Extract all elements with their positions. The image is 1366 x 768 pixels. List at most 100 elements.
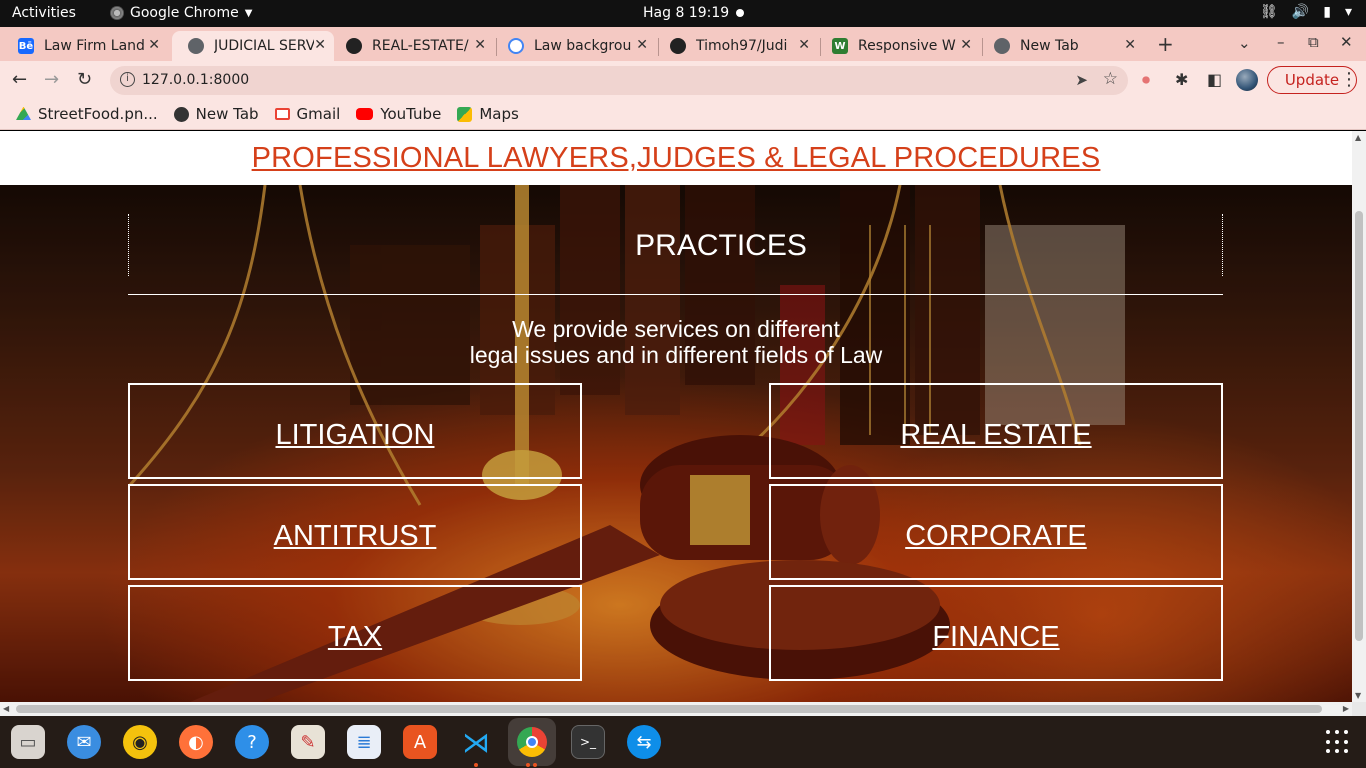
tab-5[interactable]: W Responsive W ✕	[816, 31, 980, 61]
extension-record-icon[interactable]: ⏺	[1142, 70, 1150, 90]
browser-toolbar: ← → ↻ i 127.0.0.1:8000 ➤ ☆ ⏺ ✱ ◧ Update …	[0, 61, 1366, 99]
practice-card-antitrust[interactable]: ANTITRUST	[128, 484, 582, 580]
app-center-icon[interactable]: A	[403, 725, 437, 759]
profile-avatar[interactable]	[1236, 69, 1258, 91]
scroll-right-icon[interactable]: ▶	[1343, 704, 1349, 713]
tab-title: New Tab	[1020, 38, 1079, 54]
minimize-icon[interactable]: –	[1277, 33, 1285, 51]
practice-link[interactable]: TAX	[328, 621, 382, 654]
app-name: Google Chrome	[130, 5, 239, 21]
scroll-up-icon[interactable]: ▲	[1355, 133, 1361, 142]
activities-button[interactable]: Activities	[12, 5, 76, 21]
side-panel-icon[interactable]: ◧	[1207, 70, 1222, 89]
globe-icon	[173, 106, 189, 122]
reload-icon[interactable]: ↻	[77, 69, 92, 90]
google-drive-icon	[16, 106, 31, 120]
restore-icon[interactable]: ⧉	[1308, 33, 1319, 51]
bookmarks-bar: StreetFood.pn... New Tab Gmail YouTube M…	[0, 99, 1366, 130]
libreoffice-writer-icon[interactable]: ≣	[347, 725, 381, 759]
practice-link[interactable]: LITIGATION	[276, 419, 435, 452]
page-title-link[interactable]: PROFESSIONAL LAWYERS,JUDGES & LEGAL PROC…	[252, 142, 1101, 174]
close-icon[interactable]: ✕	[1124, 37, 1136, 53]
practice-card-tax[interactable]: TAX	[128, 585, 582, 681]
close-icon[interactable]: ✕	[798, 37, 810, 53]
bookmark-gmail[interactable]: Gmail	[274, 105, 340, 123]
site-info-icon[interactable]: i	[120, 72, 135, 87]
bookmark-maps[interactable]: Maps	[457, 105, 519, 123]
kebab-menu-icon[interactable]: ⋮	[1340, 69, 1358, 90]
scroll-down-icon[interactable]: ▼	[1355, 691, 1361, 700]
firefox-icon[interactable]: ◐	[179, 725, 213, 759]
practice-link[interactable]: FINANCE	[932, 621, 1059, 654]
tab-title: Law Firm Land	[44, 38, 144, 54]
address-bar[interactable]: i 127.0.0.1:8000 ➤ ☆	[110, 66, 1128, 95]
tab-0[interactable]: Bē Law Firm Land ✕	[2, 31, 168, 61]
bookmark-star-icon[interactable]: ☆	[1103, 69, 1118, 89]
clock[interactable]: Hag 8 19:19	[643, 5, 729, 21]
chrome-icon	[994, 38, 1010, 54]
description-line-1: We provide services on different	[512, 316, 840, 342]
send-to-device-icon[interactable]: ➤	[1075, 71, 1088, 89]
horizontal-scroll-thumb[interactable]	[16, 705, 1322, 713]
close-window-icon[interactable]: ✕	[1340, 33, 1353, 51]
github-icon	[670, 38, 686, 54]
thunderbird-icon[interactable]: ✉	[67, 725, 101, 759]
help-icon[interactable]: ?	[235, 725, 269, 759]
back-icon[interactable]: ←	[12, 69, 27, 90]
practice-link[interactable]: CORPORATE	[905, 520, 1087, 553]
running-indicator	[474, 763, 478, 767]
chrome-icon[interactable]	[508, 718, 556, 766]
system-tray[interactable]: ⛓ 🔊 ▮ ▾	[1260, 4, 1352, 20]
practice-card-real-estate[interactable]: REAL ESTATE	[769, 383, 1223, 479]
bookmark-streetfood[interactable]: StreetFood.pn...	[16, 105, 158, 123]
tab-4[interactable]: Timoh97/Judi ✕	[654, 31, 818, 61]
horizontal-scrollbar[interactable]: ◀ ▶	[0, 702, 1352, 716]
vertical-scroll-thumb[interactable]	[1355, 211, 1363, 641]
app-menu[interactable]: Google Chrome ▼	[110, 5, 252, 21]
vscode-icon[interactable]: ⋊	[459, 725, 493, 759]
tab-title: Timoh97/Judi	[696, 38, 788, 54]
network-icon: ⛓	[1260, 4, 1278, 20]
files-icon[interactable]: ▭	[11, 725, 45, 759]
practice-card-finance[interactable]: FINANCE	[769, 585, 1223, 681]
close-icon[interactable]: ✕	[148, 37, 160, 53]
tab-3[interactable]: Law backgrou ✕	[492, 31, 656, 61]
show-applications-icon[interactable]	[1326, 730, 1350, 754]
github-icon	[346, 38, 362, 54]
terminal-icon[interactable]: >_	[571, 725, 605, 759]
bookmark-youtube[interactable]: YouTube	[356, 105, 441, 123]
tab-search-icon[interactable]: ⌄	[1238, 34, 1251, 52]
vertical-scrollbar[interactable]: ▲ ▼	[1352, 131, 1366, 702]
section-divider	[128, 294, 1223, 295]
text-editor-icon[interactable]: ✎	[291, 725, 325, 759]
extensions-puzzle-icon[interactable]: ✱	[1175, 70, 1188, 89]
battery-icon: ▮	[1323, 4, 1331, 20]
tab-title: JUDICIAL SERV	[214, 38, 314, 54]
chrome-icon	[110, 6, 124, 20]
maps-icon	[457, 106, 473, 122]
caret-down-icon: ▼	[244, 7, 253, 19]
rhythmbox-icon[interactable]: ◉	[123, 725, 157, 759]
bookmark-label: Maps	[479, 105, 519, 123]
scroll-left-icon[interactable]: ◀	[3, 704, 9, 713]
bookmark-new-tab[interactable]: New Tab	[173, 105, 259, 123]
tab-2[interactable]: REAL-ESTATE/ ✕	[330, 31, 494, 61]
new-tab-button[interactable]: +	[1157, 32, 1174, 56]
practice-card-corporate[interactable]: CORPORATE	[769, 484, 1223, 580]
tab-1[interactable]: JUDICIAL SERV ✕	[172, 31, 334, 61]
tab-6[interactable]: New Tab ✕	[978, 31, 1144, 61]
close-icon[interactable]: ✕	[636, 37, 648, 53]
behance-icon: Bē	[18, 38, 34, 54]
practice-card-litigation[interactable]: LITIGATION	[128, 383, 582, 479]
close-icon[interactable]: ✕	[474, 37, 486, 53]
practice-link[interactable]: REAL ESTATE	[900, 419, 1091, 452]
tab-title: REAL-ESTATE/	[372, 38, 469, 54]
w-icon: W	[832, 38, 848, 54]
teamviewer-icon[interactable]: ⇆	[627, 725, 661, 759]
url-text: 127.0.0.1:8000	[142, 72, 250, 88]
practice-link[interactable]: ANTITRUST	[274, 520, 437, 553]
forward-icon[interactable]: →	[44, 69, 59, 90]
close-icon[interactable]: ✕	[960, 37, 972, 53]
close-icon[interactable]: ✕	[314, 37, 326, 53]
power-menu-icon: ▾	[1344, 4, 1352, 20]
